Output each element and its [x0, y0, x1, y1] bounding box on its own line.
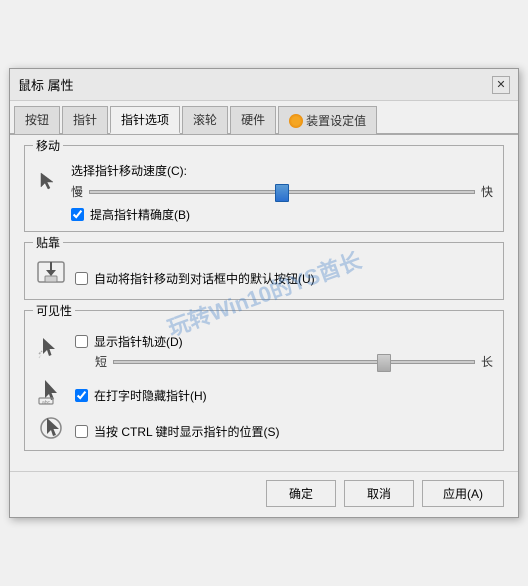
- cursor-snap-icon: [35, 259, 67, 291]
- group-snap: 贴靠 自动将指针移动到对话框中的默认按钮(U): [24, 242, 504, 300]
- tab-pointers[interactable]: 指针: [62, 106, 108, 134]
- cursor-move-icon: [35, 167, 63, 195]
- precision-label[interactable]: 提高指针精确度(B): [90, 206, 190, 223]
- trail-checkbox[interactable]: [75, 335, 88, 348]
- trail-long-label: 长: [481, 353, 493, 370]
- tab-buttons[interactable]: 按钮: [14, 106, 60, 134]
- autosnap-checkbox[interactable]: [75, 272, 88, 285]
- hide-typing-checkbox[interactable]: [75, 389, 88, 402]
- cursor-ctrl-icon: [35, 414, 67, 442]
- tab-bar: 按钮 指针 指针选项 滚轮 硬件 装置设定值: [10, 101, 518, 135]
- cursor-trail-icon: [35, 336, 67, 364]
- tab-pointer-options[interactable]: 指针选项: [110, 106, 180, 134]
- cancel-button[interactable]: 取消: [344, 480, 414, 507]
- dialog-content: 移动 选择指针移动速度(C): 慢 快: [10, 135, 518, 471]
- group-move-label: 移动: [33, 137, 63, 154]
- hide-typing-label[interactable]: 在打字时隐藏指针(H): [94, 387, 207, 404]
- show-ctrl-label[interactable]: 当按 CTRL 键时显示指针的位置(S): [94, 423, 280, 440]
- tab-wheel[interactable]: 滚轮: [182, 106, 228, 134]
- fast-label: 快: [481, 183, 493, 200]
- trail-short-label: 短: [95, 353, 107, 370]
- svg-text:abc: abc: [42, 400, 51, 406]
- trail-slider[interactable]: [113, 360, 475, 364]
- tab-norton-label: 装置设定值: [306, 112, 366, 129]
- close-button[interactable]: ✕: [492, 76, 510, 94]
- show-ctrl-checkbox[interactable]: [75, 425, 88, 438]
- speed-label: 选择指针移动速度(C):: [71, 162, 493, 179]
- group-move: 移动 选择指针移动速度(C): 慢 快: [24, 145, 504, 232]
- tab-hardware[interactable]: 硬件: [230, 106, 276, 134]
- ok-button[interactable]: 确定: [266, 480, 336, 507]
- title-bar: 鼠标 属性 ✕: [10, 69, 518, 101]
- trail-label[interactable]: 显示指针轨迹(D): [94, 333, 183, 350]
- norton-icon: [289, 114, 303, 128]
- cursor-hide-icon: abc: [35, 378, 67, 406]
- speed-slider[interactable]: [89, 190, 475, 194]
- dialog-title: 鼠标 属性: [18, 75, 74, 94]
- group-visibility-label: 可见性: [33, 302, 75, 319]
- tab-norton[interactable]: 装置设定值: [278, 106, 377, 134]
- precision-checkbox[interactable]: [71, 208, 84, 221]
- slow-label: 慢: [71, 183, 83, 200]
- autosnap-label[interactable]: 自动将指针移动到对话框中的默认按钮(U): [94, 270, 315, 287]
- group-visibility: 可见性 显示指针轨迹(D) 短: [24, 310, 504, 451]
- group-snap-label: 贴靠: [33, 234, 63, 251]
- apply-button[interactable]: 应用(A): [422, 480, 504, 507]
- button-bar: 确定 取消 应用(A): [10, 471, 518, 517]
